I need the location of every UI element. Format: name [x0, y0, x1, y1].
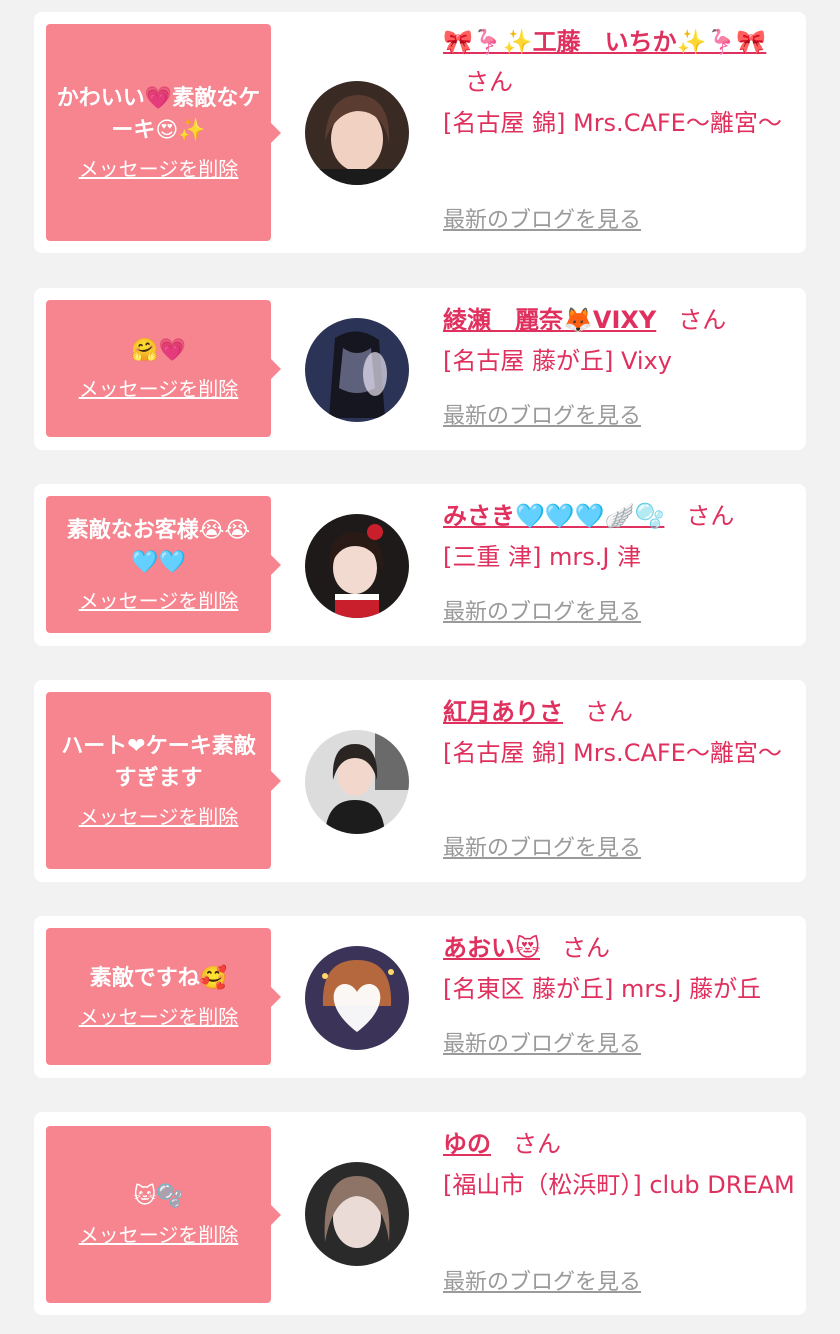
message-card: 🤗💗 メッセージを削除 綾瀬 麗奈🦊VIXY さん [名古屋 藤が丘] Vixy …: [34, 288, 806, 450]
message-card: 🐱🫧 メッセージを削除 ゆの さん [福山市（松浜町）] club DREAM 最…: [34, 1112, 806, 1315]
message-bubble: 素敵なお客様😭😭🩵🩵 メッセージを削除: [46, 496, 281, 633]
latest-blog-link[interactable]: 最新のブログを見る: [443, 1030, 641, 1060]
cast-name-link[interactable]: 綾瀬 麗奈🦊VIXY: [443, 306, 656, 334]
cast-name-link[interactable]: 紅月ありさ: [443, 698, 563, 726]
latest-blog-link[interactable]: 最新のブログを見る: [443, 1268, 641, 1298]
cast-name-link[interactable]: あおい😻: [443, 934, 540, 962]
shop-name: [名古屋 藤が丘] Vixy: [443, 347, 672, 375]
message-text: 🤗💗: [131, 337, 186, 363]
message-bubble: かわいい💗素敵なケーキ😍✨ メッセージを削除: [46, 24, 281, 241]
message-text: かわいい💗素敵なケーキ😍✨: [56, 85, 261, 143]
shop-name: [福山市（松浜町）] club DREAM: [443, 1171, 795, 1199]
avatar[interactable]: [305, 514, 409, 618]
avatar[interactable]: [305, 946, 409, 1050]
latest-blog-link[interactable]: 最新のブログを見る: [443, 206, 641, 236]
profile-photo-icon: [305, 514, 409, 618]
honorific: さん: [562, 934, 611, 962]
honorific: さん: [678, 306, 727, 334]
delete-message-link[interactable]: メッセージを削除: [79, 375, 239, 403]
message-bubble: 素敵ですね🥰 メッセージを削除: [46, 928, 281, 1065]
delete-message-link[interactable]: メッセージを削除: [79, 587, 239, 615]
cast-name-link[interactable]: みさき🩵🩵🩵🪽🫧: [443, 502, 664, 530]
message-list: かわいい💗素敵なケーキ😍✨ メッセージを削除 🎀🦩✨工藤 いちか✨🦩🎀 さん [名…: [0, 0, 840, 1334]
honorific: さん: [465, 68, 513, 96]
honorific: さん: [585, 698, 633, 726]
cast-name-link[interactable]: 🎀🦩✨工藤 いちか✨🦩🎀: [443, 28, 766, 56]
message-text: 🐱🫧: [133, 1183, 184, 1209]
latest-blog-link[interactable]: 最新のブログを見る: [443, 402, 641, 432]
latest-blog-link[interactable]: 最新のブログを見る: [443, 834, 641, 864]
profile-photo-icon: [305, 730, 409, 834]
honorific: さん: [513, 1130, 561, 1158]
message-bubble: ハート❤ケーキ素敵すぎます メッセージを削除: [46, 692, 281, 869]
delete-message-link[interactable]: メッセージを削除: [79, 803, 239, 831]
avatar[interactable]: [305, 1162, 409, 1266]
avatar[interactable]: [305, 730, 409, 834]
shop-name: [名古屋 錦] Mrs.CAFE〜離宮〜: [443, 739, 782, 767]
message-card: ハート❤ケーキ素敵すぎます メッセージを削除 紅月ありさ さん [名古屋 錦] M…: [34, 680, 806, 882]
latest-blog-link[interactable]: 最新のブログを見る: [443, 598, 641, 628]
message-bubble: 🤗💗 メッセージを削除: [46, 300, 281, 437]
shop-name: [名東区 藤が丘] mrs.J 藤が丘: [443, 975, 762, 1003]
avatar[interactable]: [305, 81, 409, 185]
message-bubble: 🐱🫧 メッセージを削除: [46, 1126, 281, 1303]
profile-photo-icon: [305, 946, 409, 1050]
delete-message-link[interactable]: メッセージを削除: [79, 1003, 239, 1031]
message-text: ハート❤ケーキ素敵すぎます: [61, 733, 256, 791]
delete-message-link[interactable]: メッセージを削除: [79, 155, 239, 183]
cast-name-link[interactable]: ゆの: [443, 1130, 491, 1158]
shop-name: [三重 津] mrs.J 津: [443, 543, 642, 571]
message-text: 素敵なお客様😭😭🩵🩵: [66, 517, 251, 575]
message-card: 素敵なお客様😭😭🩵🩵 メッセージを削除 みさき🩵🩵🩵🪽🫧 さん [三重 津] mr…: [34, 484, 806, 646]
honorific: さん: [686, 502, 735, 530]
delete-message-link[interactable]: メッセージを削除: [79, 1221, 239, 1249]
profile-photo-icon: [305, 1162, 409, 1266]
avatar[interactable]: [305, 318, 409, 422]
profile-photo-icon: [305, 81, 409, 185]
message-text: 素敵ですね🥰: [89, 965, 228, 991]
shop-name: [名古屋 錦] Mrs.CAFE〜離宮〜: [443, 109, 782, 137]
message-card: 素敵ですね🥰 メッセージを削除 あおい😻 さん [名東区 藤が丘] mrs.J 藤…: [34, 916, 806, 1078]
profile-photo-icon: [305, 318, 409, 422]
message-card: かわいい💗素敵なケーキ😍✨ メッセージを削除 🎀🦩✨工藤 いちか✨🦩🎀 さん [名…: [34, 12, 806, 253]
